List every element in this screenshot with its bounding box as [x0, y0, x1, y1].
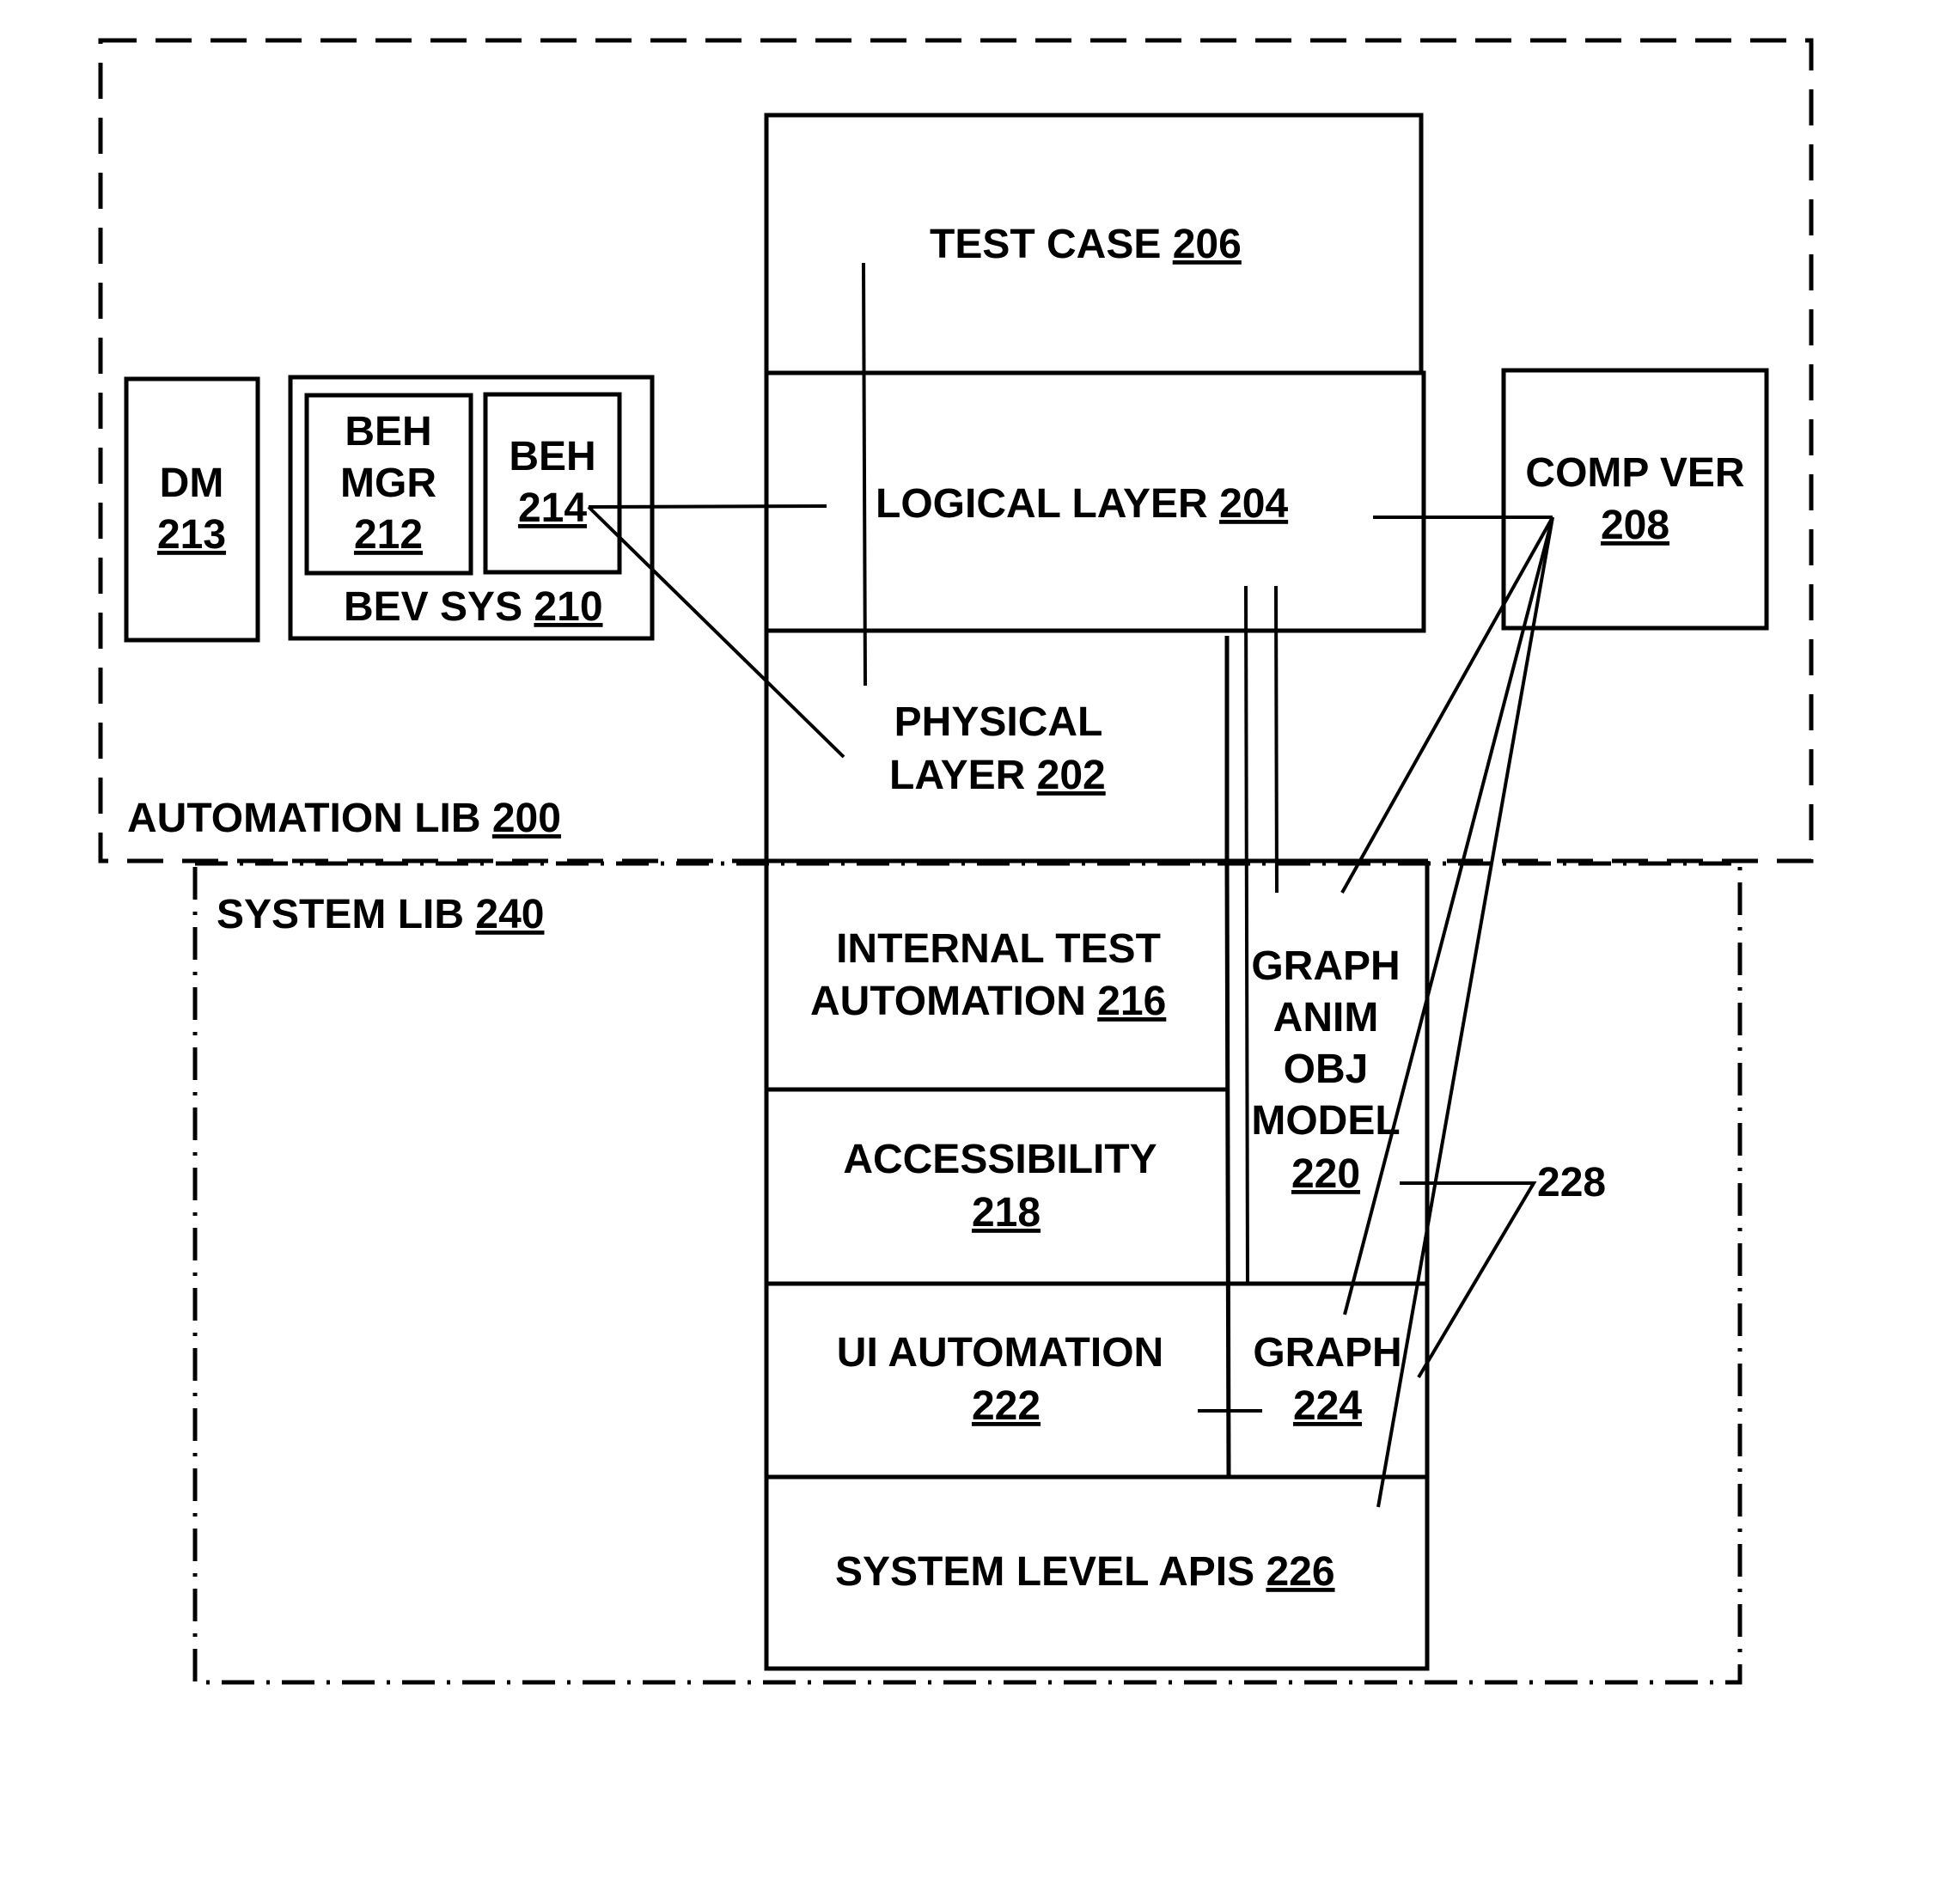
beh-mgr-ref: 212	[354, 512, 423, 558]
ita-ref: 216	[1097, 979, 1166, 1024]
gaom-label-2: ANIM	[1273, 995, 1379, 1040]
connector-compver-226	[1376, 516, 1554, 1508]
gaom-ref: 220	[1291, 1151, 1360, 1197]
diagram-canvas: DM 213 BEH MGR 212 BEH 214 COMP VER 208 …	[98, 38, 1814, 1685]
system-apis-ref: 226	[1266, 1549, 1334, 1595]
system-lib-text: SYSTEM LIB	[217, 892, 464, 937]
comp-ver-label: COMP VER	[1525, 450, 1744, 496]
connector-logical-graph-b	[1274, 585, 1279, 894]
beh-label: BEH	[509, 434, 595, 479]
graph-label: GRAPH	[1253, 1330, 1401, 1376]
gaom-label-4: MODEL	[1251, 1098, 1400, 1144]
column-divider	[1224, 860, 1231, 1478]
bev-sys-label: BEV SYS 210	[344, 584, 603, 630]
dm-ref: 213	[157, 512, 226, 558]
ita-text-2: AUTOMATION	[810, 979, 1086, 1024]
gaom-label-1: GRAPH	[1251, 943, 1400, 989]
system-lib-label: SYSTEM LIB 240	[217, 892, 544, 937]
bev-sys-ref: 210	[534, 584, 602, 630]
logical-layer-text: LOGICAL LAYER	[876, 481, 1208, 527]
comp-ver-block	[1501, 368, 1769, 631]
test-case-ref: 206	[1173, 222, 1242, 267]
accessibility-label: ACCESSIBILITY	[843, 1137, 1157, 1182]
dm-block	[124, 376, 260, 643]
physical-layer-block	[764, 631, 1230, 861]
physical-label-2: LAYER 202	[889, 753, 1106, 798]
beh-ref: 214	[518, 485, 587, 531]
physical-text-2: LAYER	[889, 753, 1025, 798]
system-lib-ref: 240	[475, 892, 544, 937]
connector-logical-graph-a	[1244, 585, 1249, 1285]
connector-compver-224	[1343, 516, 1554, 1315]
gaom-label-3: OBJ	[1284, 1047, 1369, 1092]
beh-mgr-label-2: MGR	[340, 461, 436, 506]
comp-ver-ref: 208	[1601, 503, 1669, 548]
beh-mgr-label-1: BEH	[345, 409, 431, 455]
logical-layer-label: LOGICAL LAYER 204	[876, 481, 1288, 527]
connector-beh-logical	[588, 504, 827, 509]
dm-label: DM	[160, 461, 224, 506]
ui-automation-ref: 222	[972, 1383, 1041, 1429]
test-case-label: TEST CASE 206	[930, 222, 1242, 267]
physical-label-1: PHYSICAL	[894, 699, 1103, 745]
bev-sys-text: BEV SYS	[344, 584, 522, 630]
beh-block	[483, 392, 622, 575]
ita-label-1: INTERNAL TEST	[836, 926, 1161, 972]
system-apis-text: SYSTEM LEVEL APIS	[835, 1549, 1254, 1595]
system-apis-label: SYSTEM LEVEL APIS 226	[835, 1549, 1335, 1595]
automation-lib-ref: 200	[492, 796, 561, 841]
test-case-text: TEST CASE	[930, 222, 1161, 267]
ui-automation-label: UI AUTOMATION	[837, 1330, 1163, 1376]
connector-tc-physical	[862, 262, 867, 687]
accessibility-ref: 218	[972, 1190, 1041, 1236]
graph-ref: 224	[1293, 1383, 1362, 1429]
ita-label-2: AUTOMATION 216	[810, 979, 1166, 1024]
automation-lib-text: AUTOMATION LIB	[127, 796, 481, 841]
callout-228-label: 228	[1537, 1160, 1606, 1205]
logical-layer-ref: 204	[1219, 481, 1288, 527]
physical-ref: 202	[1037, 753, 1106, 798]
automation-lib-label: AUTOMATION LIB 200	[127, 796, 561, 841]
